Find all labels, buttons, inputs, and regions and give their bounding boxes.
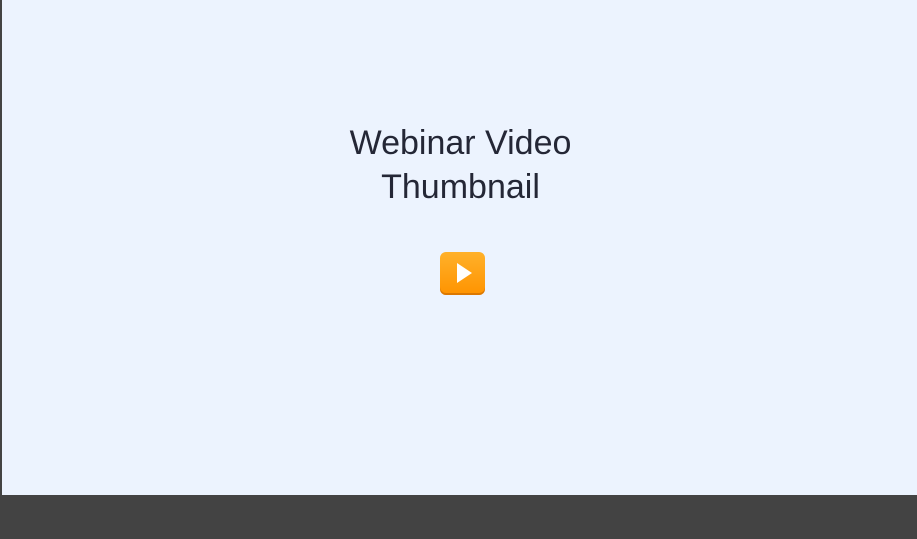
play-icon — [457, 263, 472, 283]
play-button[interactable] — [440, 252, 485, 295]
video-control-bar — [0, 495, 917, 539]
video-thumbnail-title: Webinar Video Thumbnail — [2, 121, 917, 209]
title-line-1: Webinar Video — [349, 124, 572, 162]
video-player-frame: Webinar Video Thumbnail — [0, 0, 917, 539]
title-line-2: Thumbnail — [381, 168, 540, 206]
video-thumbnail[interactable]: Webinar Video Thumbnail — [2, 0, 917, 495]
